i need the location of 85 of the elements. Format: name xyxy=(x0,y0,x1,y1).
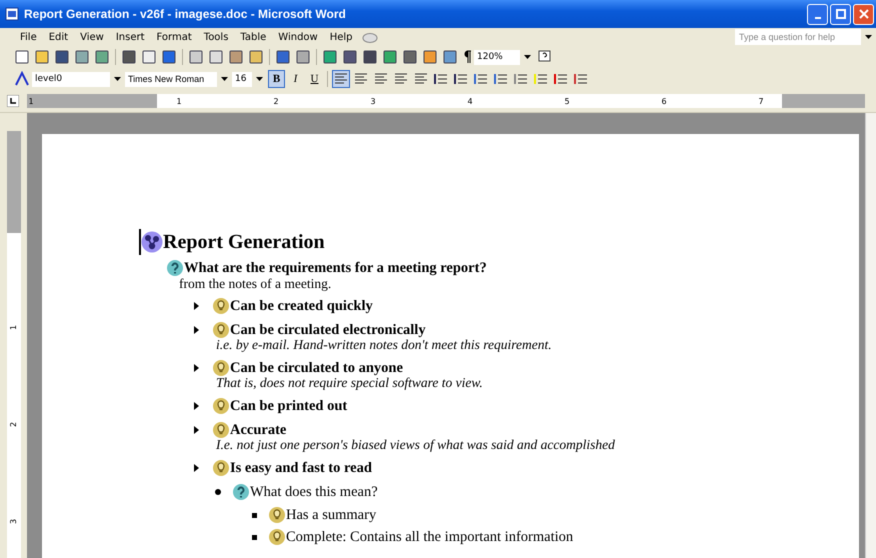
numbering-icon[interactable] xyxy=(433,71,449,87)
outline-item: Can be circulated to anyone xyxy=(230,360,403,376)
dot-bullet-icon xyxy=(215,489,221,495)
ruler-number: 7 xyxy=(757,96,765,106)
question-icon xyxy=(167,260,183,276)
menu-item[interactable]: Edit xyxy=(42,32,74,42)
underline-button[interactable]: U xyxy=(306,70,323,88)
dropdown-arrow-icon[interactable] xyxy=(865,35,872,39)
maximize-icon xyxy=(836,9,846,19)
ruler-number: 4 xyxy=(466,96,474,106)
align-left-icon[interactable] xyxy=(333,71,349,87)
lightbulb-icon xyxy=(269,529,285,545)
menu-item[interactable]: View xyxy=(74,32,110,42)
ruler-number: 6 xyxy=(660,96,668,106)
bold-button[interactable]: B xyxy=(268,70,285,88)
italic-button[interactable]: I xyxy=(287,70,304,88)
minimize-button[interactable] xyxy=(807,4,828,24)
lightbulb-icon xyxy=(269,507,285,523)
lightbulb-icon xyxy=(213,398,229,414)
dropdown-arrow-icon[interactable] xyxy=(524,55,531,59)
ruler-number: 3 xyxy=(10,518,18,524)
menu-item[interactable]: File xyxy=(14,32,43,42)
outline-item: Can be circulated electronically xyxy=(230,322,426,338)
pig-icon[interactable] xyxy=(360,30,379,44)
window-title: Report Generation - v26f - imagese.doc - Microsoft Word xyxy=(24,7,346,21)
arrow-bullet-icon xyxy=(194,402,199,410)
dropdown-arrow-icon[interactable] xyxy=(114,77,121,81)
style-box[interactable]: level0 xyxy=(32,72,110,86)
menu-item[interactable]: Window xyxy=(272,32,324,42)
ruler-number: 1 xyxy=(175,96,183,106)
maximize-button[interactable] xyxy=(830,4,851,24)
font-box[interactable]: Times New Roman xyxy=(125,72,217,86)
zoom-box[interactable]: 120% xyxy=(474,50,520,64)
pilcrow-icon[interactable] xyxy=(462,50,472,64)
vertical-ruler[interactable]: 1 2 3 xyxy=(7,131,21,558)
close-icon xyxy=(858,9,868,19)
help-search-field[interactable]: Type a question for help xyxy=(735,29,861,45)
outline-item: What does this mean? xyxy=(250,484,378,500)
ruler-number: 1 xyxy=(27,96,35,106)
arrow-bullet-icon xyxy=(194,326,199,334)
outline-note: I.e. not just one person's biased views of what was said and accomplished xyxy=(215,437,616,452)
topic-icon xyxy=(141,231,163,253)
horizontal-ruler[interactable]: 1 1 2 3 4 5 6 7 xyxy=(27,94,865,108)
arrow-bullet-icon xyxy=(194,426,199,434)
lightbulb-icon xyxy=(213,460,229,476)
font-size-box[interactable]: 16 xyxy=(232,72,252,86)
outline-note: from the notes of a meeting. xyxy=(178,276,332,291)
ruler-number: 1 xyxy=(10,324,18,330)
outline-note: i.e. by e-mail. Hand-written notes don't meet this requirement. xyxy=(215,337,553,352)
tab-stop-icon[interactable] xyxy=(7,95,19,107)
minimize-icon xyxy=(814,16,820,18)
outline-item: Has a summary xyxy=(286,506,376,524)
bullets-icon[interactable] xyxy=(453,71,469,87)
outline-item: What are the requirements for a meeting report? xyxy=(184,260,487,276)
menu-item[interactable]: Tools xyxy=(198,32,234,42)
outline-item: Can be printed out xyxy=(230,398,348,414)
new-document-icon[interactable] xyxy=(14,49,30,65)
ruler-number: 2 xyxy=(10,422,18,428)
outline-note: That is, does not require special software to view. xyxy=(215,375,484,390)
lightbulb-icon xyxy=(213,360,229,376)
question-icon xyxy=(233,484,249,500)
dropdown-arrow-icon[interactable] xyxy=(221,77,228,81)
square-bullet-icon xyxy=(252,534,257,540)
menu-item[interactable]: Table xyxy=(234,32,272,42)
outline-item: Accurate xyxy=(230,422,286,438)
lightbulb-icon xyxy=(213,298,229,314)
lightbulb-icon xyxy=(213,422,229,438)
vertical-scrollbar[interactable] xyxy=(865,113,876,558)
ruler-number: 3 xyxy=(369,96,377,106)
arrow-bullet-icon xyxy=(194,364,199,372)
menu-item[interactable]: Insert xyxy=(110,32,151,42)
outline-item: Complete: Contains all the important information xyxy=(286,528,574,546)
menu-item[interactable]: Help xyxy=(324,32,359,42)
close-button[interactable] xyxy=(853,4,874,24)
arrow-bullet-icon xyxy=(194,302,199,310)
arrow-bullet-icon xyxy=(194,464,199,472)
ruler-number: 2 xyxy=(272,96,280,106)
document-heading: Report Generation xyxy=(163,230,325,254)
dropdown-arrow-icon[interactable] xyxy=(256,77,263,81)
menu-item[interactable]: Format xyxy=(150,32,198,42)
ruler-number: 5 xyxy=(563,96,571,106)
square-bullet-icon xyxy=(252,512,257,518)
outline-item: Is easy and fast to read xyxy=(230,460,372,476)
outline-item: Can be created quickly xyxy=(230,298,373,314)
lightbulb-icon xyxy=(213,322,229,338)
